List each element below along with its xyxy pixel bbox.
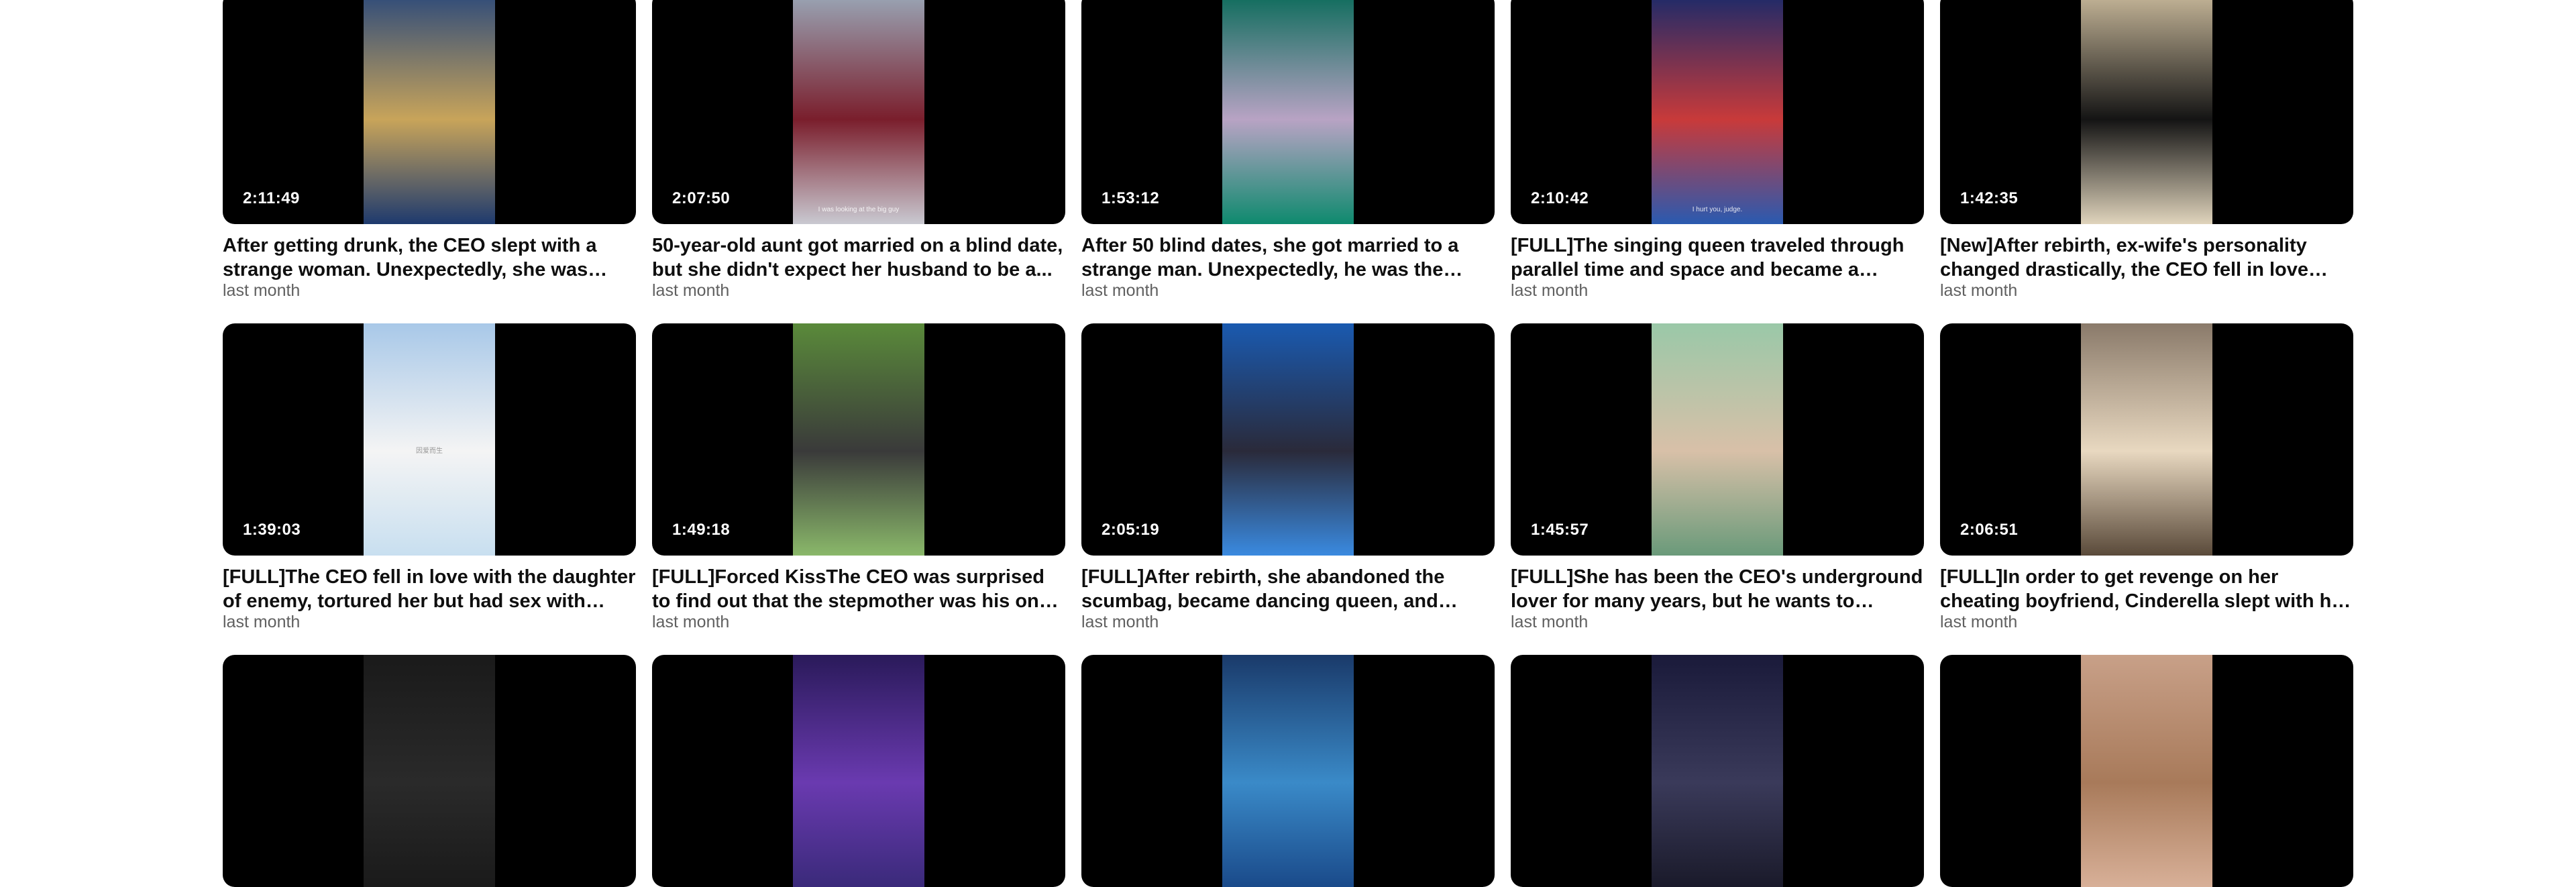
thumbnail-image xyxy=(2081,0,2212,224)
video-age: last month xyxy=(223,613,301,631)
video-title[interactable]: [FULL]In order to get revenge on her che… xyxy=(1940,565,2353,613)
thumbnail-image xyxy=(364,655,495,887)
duration-badge: 2:11:49 xyxy=(243,189,300,207)
video-title[interactable]: [FULL]Forced KissThe CEO was surprised t… xyxy=(652,565,1065,613)
duration-badge: 2:07:50 xyxy=(672,189,731,207)
thumbnail-image xyxy=(1222,323,1354,556)
video-thumbnail[interactable] xyxy=(223,655,636,887)
video-thumbnail[interactable]: I hurt you, judge. 2:10:42 xyxy=(1511,0,1924,224)
video-card[interactable] xyxy=(1940,655,2353,887)
video-thumbnail[interactable] xyxy=(1511,655,1924,887)
video-card[interactable] xyxy=(652,655,1065,887)
video-thumbnail[interactable] xyxy=(1940,655,2353,887)
duration-badge: 1:39:03 xyxy=(243,521,301,539)
duration-badge: 1:45:57 xyxy=(1531,521,1589,539)
thumbnail-image xyxy=(1652,323,1783,556)
video-card[interactable]: 1:49:18 [FULL]Forced KissThe CEO was sur… xyxy=(652,323,1065,632)
video-age: last month xyxy=(652,613,730,631)
video-thumbnail[interactable]: 1:45:57 xyxy=(1511,323,1924,556)
video-card[interactable]: 2:11:49 After getting drunk, the CEO sle… xyxy=(223,0,636,301)
duration-badge: 2:05:19 xyxy=(1102,521,1160,539)
video-thumbnail[interactable]: I was looking at the big guy 2:07:50 xyxy=(652,0,1065,224)
video-age: last month xyxy=(223,281,301,300)
thumbnail-image xyxy=(793,655,924,887)
video-card[interactable]: I was looking at the big guy 2:07:50 50-… xyxy=(652,0,1065,301)
video-thumbnail[interactable]: 1:42:35 xyxy=(1940,0,2353,224)
video-card[interactable]: 1:42:35 [New]After rebirth, ex-wife's pe… xyxy=(1940,0,2353,301)
video-card[interactable]: I hurt you, judge. 2:10:42 [FULL]The sin… xyxy=(1511,0,1924,301)
thumbnail-image xyxy=(1222,655,1354,887)
thumbnail-image xyxy=(1652,0,1783,224)
thumbnail-image xyxy=(793,323,924,556)
video-title[interactable]: [FULL]She has been the CEO's underground… xyxy=(1511,565,1924,613)
thumbnail-image xyxy=(1222,0,1354,224)
thumbnail-image xyxy=(364,323,495,556)
video-title[interactable]: After getting drunk, the CEO slept with … xyxy=(223,233,636,282)
video-card[interactable]: 2:05:19 [FULL]After rebirth, she abandon… xyxy=(1081,323,1495,632)
video-title[interactable]: [New]After rebirth, ex-wife's personalit… xyxy=(1940,233,2353,282)
video-title[interactable]: [FULL]After rebirth, she abandoned the s… xyxy=(1081,565,1495,613)
video-age: last month xyxy=(652,281,730,300)
video-age: last month xyxy=(1511,281,1589,300)
video-age: last month xyxy=(1081,613,1159,631)
video-card[interactable]: 1:45:57 [FULL]She has been the CEO's und… xyxy=(1511,323,1924,632)
video-age: last month xyxy=(1940,613,2018,631)
video-thumbnail[interactable] xyxy=(1081,655,1495,887)
video-thumbnail[interactable]: 2:06:51 xyxy=(1940,323,2353,556)
video-card[interactable] xyxy=(223,655,636,887)
video-title[interactable]: 50-year-old aunt got married on a blind … xyxy=(652,233,1065,282)
video-title[interactable]: [FULL]The singing queen traveled through… xyxy=(1511,233,1924,282)
video-thumbnail[interactable]: 2:05:19 xyxy=(1081,323,1495,556)
video-title[interactable]: [FULL]The CEO fell in love with the daug… xyxy=(223,565,636,613)
video-card[interactable] xyxy=(1511,655,1924,887)
video-thumbnail[interactable]: 2:11:49 xyxy=(223,0,636,224)
thumbnail-image xyxy=(364,0,495,224)
video-card[interactable]: 因爱而生 1:39:03 [FULL]The CEO fell in love … xyxy=(223,323,636,632)
thumbnail-image xyxy=(1652,655,1783,887)
video-thumbnail[interactable]: 1:53:12 xyxy=(1081,0,1495,224)
thumbnail-image xyxy=(793,0,924,224)
video-age: last month xyxy=(1081,281,1159,300)
thumbnail-image xyxy=(2081,655,2212,887)
duration-badge: 2:10:42 xyxy=(1531,189,1589,207)
video-thumbnail[interactable]: 因爱而生 1:39:03 xyxy=(223,323,636,556)
video-age: last month xyxy=(1940,281,2018,300)
video-card[interactable]: 1:53:12 After 50 blind dates, she got ma… xyxy=(1081,0,1495,301)
video-title[interactable]: After 50 blind dates, she got married to… xyxy=(1081,233,1495,282)
duration-badge: 1:42:35 xyxy=(1960,189,2019,207)
thumbnail-caption: 因爱而生 xyxy=(416,448,443,455)
duration-badge: 2:06:51 xyxy=(1960,521,2019,539)
video-card[interactable] xyxy=(1081,655,1495,887)
duration-badge: 1:53:12 xyxy=(1102,189,1160,207)
video-thumbnail[interactable] xyxy=(652,655,1065,887)
thumbnail-image xyxy=(2081,323,2212,556)
video-thumbnail[interactable]: 1:49:18 xyxy=(652,323,1065,556)
video-card[interactable]: 2:06:51 [FULL]In order to get revenge on… xyxy=(1940,323,2353,632)
duration-badge: 1:49:18 xyxy=(672,521,731,539)
video-grid: 2:11:49 After getting drunk, the CEO sle… xyxy=(223,0,2353,887)
video-age: last month xyxy=(1511,613,1589,631)
